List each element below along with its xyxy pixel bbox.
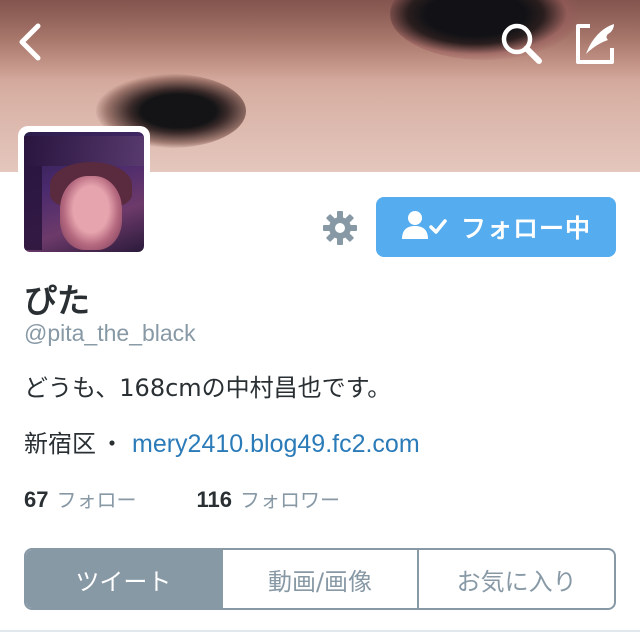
avatar-side-band: [24, 166, 42, 250]
following-button[interactable]: フォロー中: [376, 197, 616, 257]
compose-icon[interactable]: [572, 20, 620, 66]
avatar-image: [24, 132, 144, 252]
gear-icon[interactable]: [320, 208, 360, 248]
following-label: フォロー: [56, 488, 137, 512]
search-icon[interactable]: [498, 20, 544, 66]
tab-tweets[interactable]: ツイート: [26, 550, 221, 608]
profile-bio: どうも、168cmの中村昌也です。: [24, 374, 392, 402]
meta-separator: ・: [100, 430, 124, 458]
tab-media[interactable]: 動画/画像: [220, 550, 418, 608]
profile-meta: 新宿区 ・ mery2410.blog49.fc2.com: [24, 424, 420, 459]
avatar-face: [60, 176, 122, 250]
profile-stats: 67 フォロー 116 フォロワー: [24, 484, 340, 513]
tab-favorites[interactable]: お気に入り: [417, 550, 614, 608]
followers-stat[interactable]: 116 フォロワー: [196, 484, 340, 513]
person-check-icon: [401, 209, 447, 245]
following-button-label: フォロー中: [460, 214, 591, 243]
followers-label: フォロワー: [239, 488, 340, 512]
profile-name: ぴた: [24, 281, 90, 320]
avatar[interactable]: [18, 126, 150, 258]
divider: [0, 630, 640, 632]
back-arrow-icon[interactable]: [14, 20, 50, 64]
profile-location: 新宿区: [24, 430, 96, 458]
profile-tabs: ツイート 動画/画像 お気に入り: [24, 548, 616, 610]
following-stat[interactable]: 67 フォロー: [24, 484, 136, 513]
following-count: 67: [24, 487, 49, 512]
followers-count: 116: [196, 487, 232, 512]
profile-handle: @pita_the_black: [24, 320, 196, 346]
profile-url-link[interactable]: mery2410.blog49.fc2.com: [132, 430, 420, 459]
